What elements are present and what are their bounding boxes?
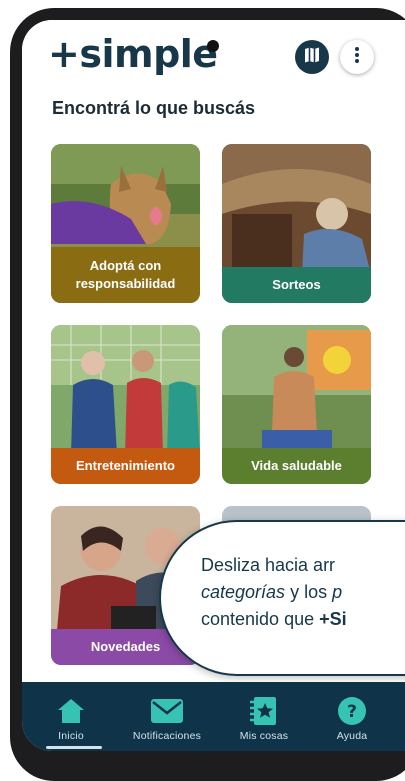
category-card-sorteos[interactable]: Sorteos <box>222 144 371 303</box>
category-card-vida-saludable[interactable]: Vida saludable <box>222 325 371 484</box>
bottom-navigation: Inicio Notificaciones Mis cosas ? Ayuda <box>22 682 405 751</box>
more-options-button[interactable] <box>340 40 374 74</box>
card-label: Adoptá con responsabilidad <box>51 247 200 303</box>
active-tab-indicator <box>46 746 102 749</box>
nav-label-home: Inicio <box>58 730 84 742</box>
star-book-icon <box>250 696 278 726</box>
nav-label-help: Ayuda <box>336 730 368 742</box>
app-header: +simple <box>22 20 405 88</box>
nav-item-notifications[interactable]: Notificaciones <box>122 682 212 751</box>
nav-label-mine: Mis cosas <box>239 730 289 742</box>
home-icon <box>56 696 86 726</box>
card-label: Entretenimiento <box>51 448 200 484</box>
tooltip-line-2: categorías y los p <box>201 579 405 606</box>
section-title: Encontrá lo que buscás <box>52 98 256 118</box>
help-icon: ? <box>337 696 367 726</box>
nav-label-notifications: Notificaciones <box>132 730 202 742</box>
logo-dot <box>207 40 219 52</box>
tooltip-mid: y los <box>285 582 333 602</box>
nav-item-home[interactable]: Inicio <box>26 682 116 751</box>
more-vertical-icon <box>354 46 360 69</box>
map-button[interactable] <box>295 40 329 74</box>
app-screen: +simple Encontrá lo que buscás Adoptá co… <box>22 20 405 751</box>
card-label: Sorteos <box>222 267 371 303</box>
map-icon <box>303 46 321 69</box>
category-card-adopta[interactable]: Adoptá con responsabilidad <box>51 144 200 303</box>
envelope-icon <box>150 696 184 726</box>
category-card-entretenimiento[interactable]: Entretenimiento <box>51 325 200 484</box>
tooltip-brand: +Si <box>319 609 347 629</box>
nav-item-mine[interactable]: Mis cosas <box>219 682 309 751</box>
onboarding-tooltip[interactable]: Desliza hacia arr categorías y los p con… <box>159 520 405 676</box>
nav-item-help[interactable]: ? Ayuda <box>307 682 397 751</box>
app-logo: +simple <box>48 32 218 76</box>
card-label: Vida saludable <box>222 448 371 484</box>
svg-text:?: ? <box>347 702 357 722</box>
tooltip-line-1: Desliza hacia arr <box>201 555 336 575</box>
tooltip-em-end: p <box>332 582 343 602</box>
tooltip-em-categorias: categorías <box>201 582 286 602</box>
tooltip-line3-start: contenido que <box>201 609 320 629</box>
tooltip-line-3: contenido que +Si <box>201 606 405 633</box>
